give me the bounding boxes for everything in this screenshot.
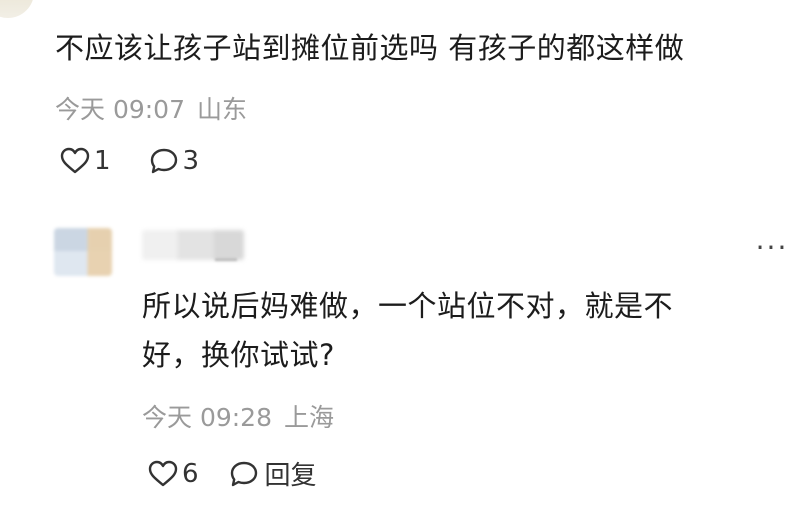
more-button[interactable]: ··· — [752, 233, 792, 263]
reply-location: 上海 — [284, 403, 335, 432]
reply-like-button[interactable]: 6 — [148, 459, 199, 489]
reply-text-line: 好，换你试试? — [142, 338, 335, 372]
reply-like-count: 6 — [182, 458, 199, 489]
reply-username-mark — [215, 258, 237, 261]
reply-actions: 6 回复 — [148, 455, 317, 492]
comment-time: 今天 09:07 — [55, 95, 185, 124]
like-button[interactable]: 1 — [60, 146, 111, 176]
comment-thread: 不应该让孩子站到摊位前选吗 有孩子的都这样做 今天 09:07 山东 1 3 ··… — [0, 0, 800, 529]
heart-outline-icon — [60, 147, 90, 174]
reply-text-line: 所以说后妈难做，一个站位不对，就是不 — [142, 289, 674, 323]
comment-text: 不应该让孩子站到摊位前选吗 有孩子的都这样做 — [55, 31, 685, 65]
speech-bubble-icon — [230, 461, 257, 486]
speech-bubble-icon — [150, 148, 177, 174]
reply-username-blurred[interactable] — [142, 230, 244, 260]
reply-count: 3 — [182, 146, 200, 176]
reply-text: 所以说后妈难做，一个站位不对，就是不 好，换你试试? — [142, 282, 782, 380]
comment-location: 山东 — [197, 95, 248, 124]
reply-to-reply-button[interactable]: 回复 — [229, 455, 317, 492]
reply-meta: 今天 09:28 上海 — [142, 398, 334, 434]
avatar[interactable] — [0, 0, 34, 18]
ellipsis-icon: ··· — [755, 231, 789, 264]
comment-actions: 1 3 — [60, 146, 199, 176]
comment-reply-button[interactable]: 3 — [149, 146, 200, 176]
reply-time: 今天 09:28 — [142, 403, 272, 432]
reply-avatar[interactable] — [54, 228, 112, 276]
heart-outline-icon — [148, 460, 178, 486]
comment-meta: 今天 09:07 山东 — [55, 90, 247, 126]
like-count: 1 — [94, 146, 111, 176]
reply-label: 回复 — [264, 461, 317, 491]
